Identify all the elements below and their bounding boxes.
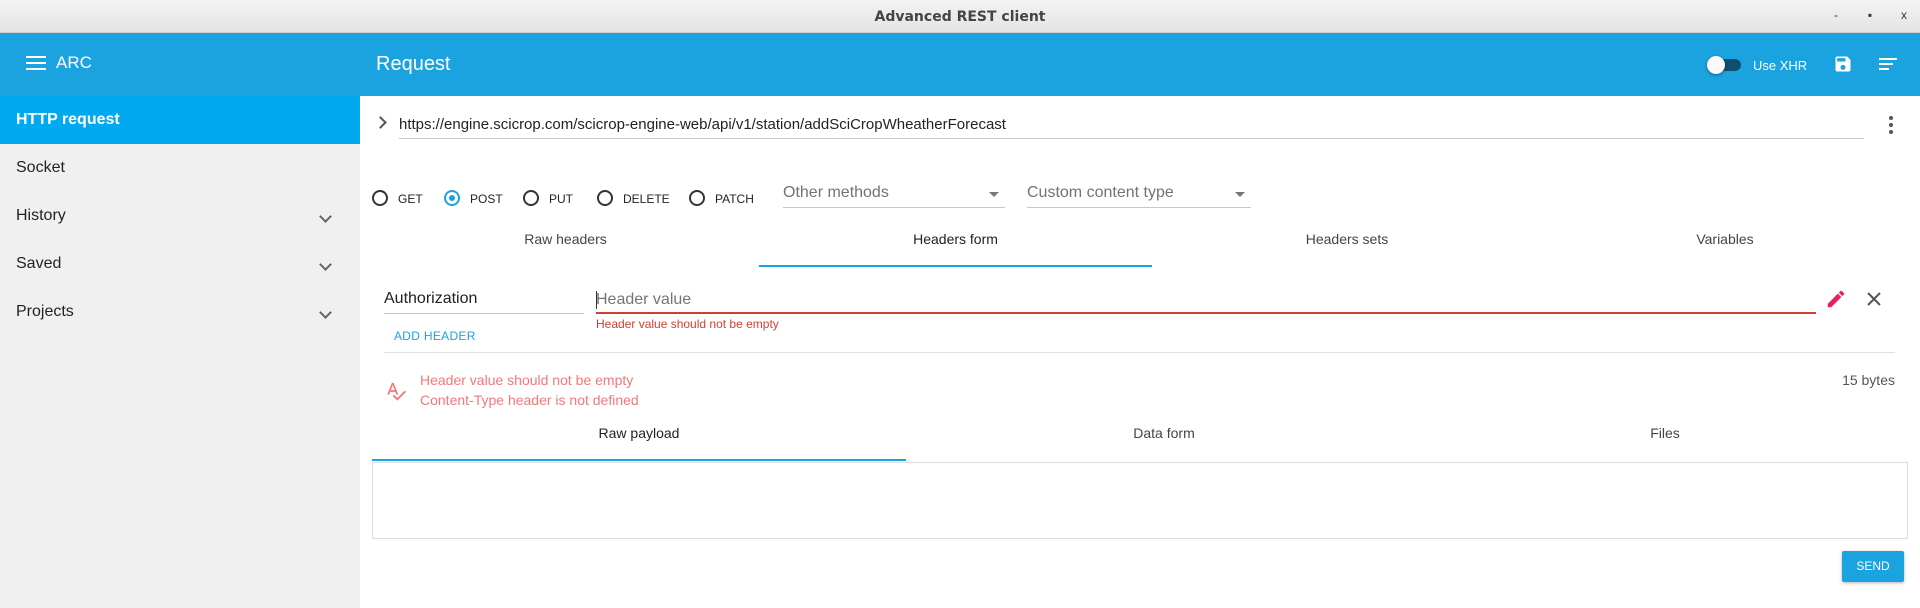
tab-files[interactable]: Files [1422,413,1908,461]
tab-raw-payload[interactable]: Raw payload [372,413,906,461]
url-input[interactable] [399,111,1864,139]
spellcheck-warning-icon [387,382,407,401]
tab-label: Headers form [913,231,998,247]
warning-message: Content-Type header is not defined [420,392,639,408]
close-window-button[interactable]: x [1896,8,1912,22]
chevron-down-icon[interactable] [319,306,332,319]
app-toolbar: Request Use XHR [360,33,1920,96]
method-label: GET [398,192,423,206]
minimize-button[interactable]: - [1828,8,1844,22]
tab-label: Data form [1133,425,1195,441]
method-label: POST [470,192,503,206]
tab-data-form[interactable]: Data form [906,413,1422,461]
tab-raw-headers[interactable]: Raw headers [372,219,759,267]
method-label: PATCH [715,192,754,206]
tab-label: Raw payload [598,425,680,441]
tab-headers-sets[interactable]: Headers sets [1152,219,1542,267]
use-xhr-toggle[interactable] [1707,56,1743,74]
nav-item-saved[interactable]: Saved [0,240,360,288]
tab-label: Raw headers [524,231,607,247]
nav-item-http-request[interactable]: HTTP request [0,96,360,144]
header-name-field[interactable]: Authorization [384,288,584,314]
navigation-drawer: ARC HTTP request Socket History Saved Pr… [0,33,360,608]
header-value-field[interactable] [596,288,1816,314]
dropdown-arrow-icon [989,192,999,197]
tab-label: Headers sets [1305,231,1389,247]
nav-item-label: HTTP request [16,111,120,128]
tab-headers-form[interactable]: Headers form [759,219,1152,267]
window-titlebar: Advanced REST client - ▪ x [0,0,1920,33]
radio-circle [372,190,388,206]
payload-editor[interactable] [372,462,1908,539]
drawer-header: ARC [0,33,360,96]
maximize-button[interactable]: ▪ [1862,8,1878,22]
radio-circle [523,190,539,206]
method-label: PUT [549,192,573,206]
tab-variables[interactable]: Variables [1542,219,1908,267]
nav-item-history[interactable]: History [0,192,360,240]
more-vert-icon[interactable] [1889,116,1893,134]
payload-size: 15 bytes [1842,372,1895,388]
nav-item-label: History [16,207,66,224]
nav-item-label: Projects [16,303,74,320]
use-xhr-label: Use XHR [1753,58,1808,73]
nav-item-label: Saved [16,255,62,272]
dropdown-arrow-icon [1235,192,1245,197]
nav-item-label: Socket [16,159,65,176]
radio-circle [689,190,705,206]
chevron-down-icon[interactable] [319,210,332,223]
hamburger-menu-icon[interactable] [26,56,46,72]
tab-label: Variables [1696,231,1754,247]
sort-lines-icon[interactable] [1879,56,1897,72]
content-type-dropdown[interactable]: Custom content type [1027,182,1251,208]
window-title: Advanced REST client [874,9,1046,25]
dropdown-label: Other methods [783,184,889,201]
chevron-down-icon[interactable] [319,258,332,271]
radio-circle [597,190,613,206]
text-caret [596,291,597,309]
nav-item-projects[interactable]: Projects [0,288,360,336]
page-title: Request [376,53,451,75]
other-methods-dropdown[interactable]: Other methods [783,182,1005,208]
section-divider [384,352,1895,353]
warning-message: Header value should not be empty [420,372,634,388]
header-value-error: Header value should not be empty [596,317,779,331]
toggle-knob [1707,56,1725,74]
remove-header-close-icon[interactable] [1865,290,1883,308]
save-icon[interactable] [1833,54,1853,74]
method-label: DELETE [623,192,670,206]
edit-pencil-icon[interactable] [1825,288,1847,310]
send-button[interactable]: SEND [1842,551,1904,582]
tab-label: Files [1650,425,1680,441]
add-header-button[interactable]: ADD HEADER [394,329,476,343]
app-name: ARC [56,53,92,72]
radio-circle [444,190,460,206]
chevron-right-icon[interactable] [374,116,387,129]
nav-item-socket[interactable]: Socket [0,144,360,192]
dropdown-label: Custom content type [1027,184,1174,201]
